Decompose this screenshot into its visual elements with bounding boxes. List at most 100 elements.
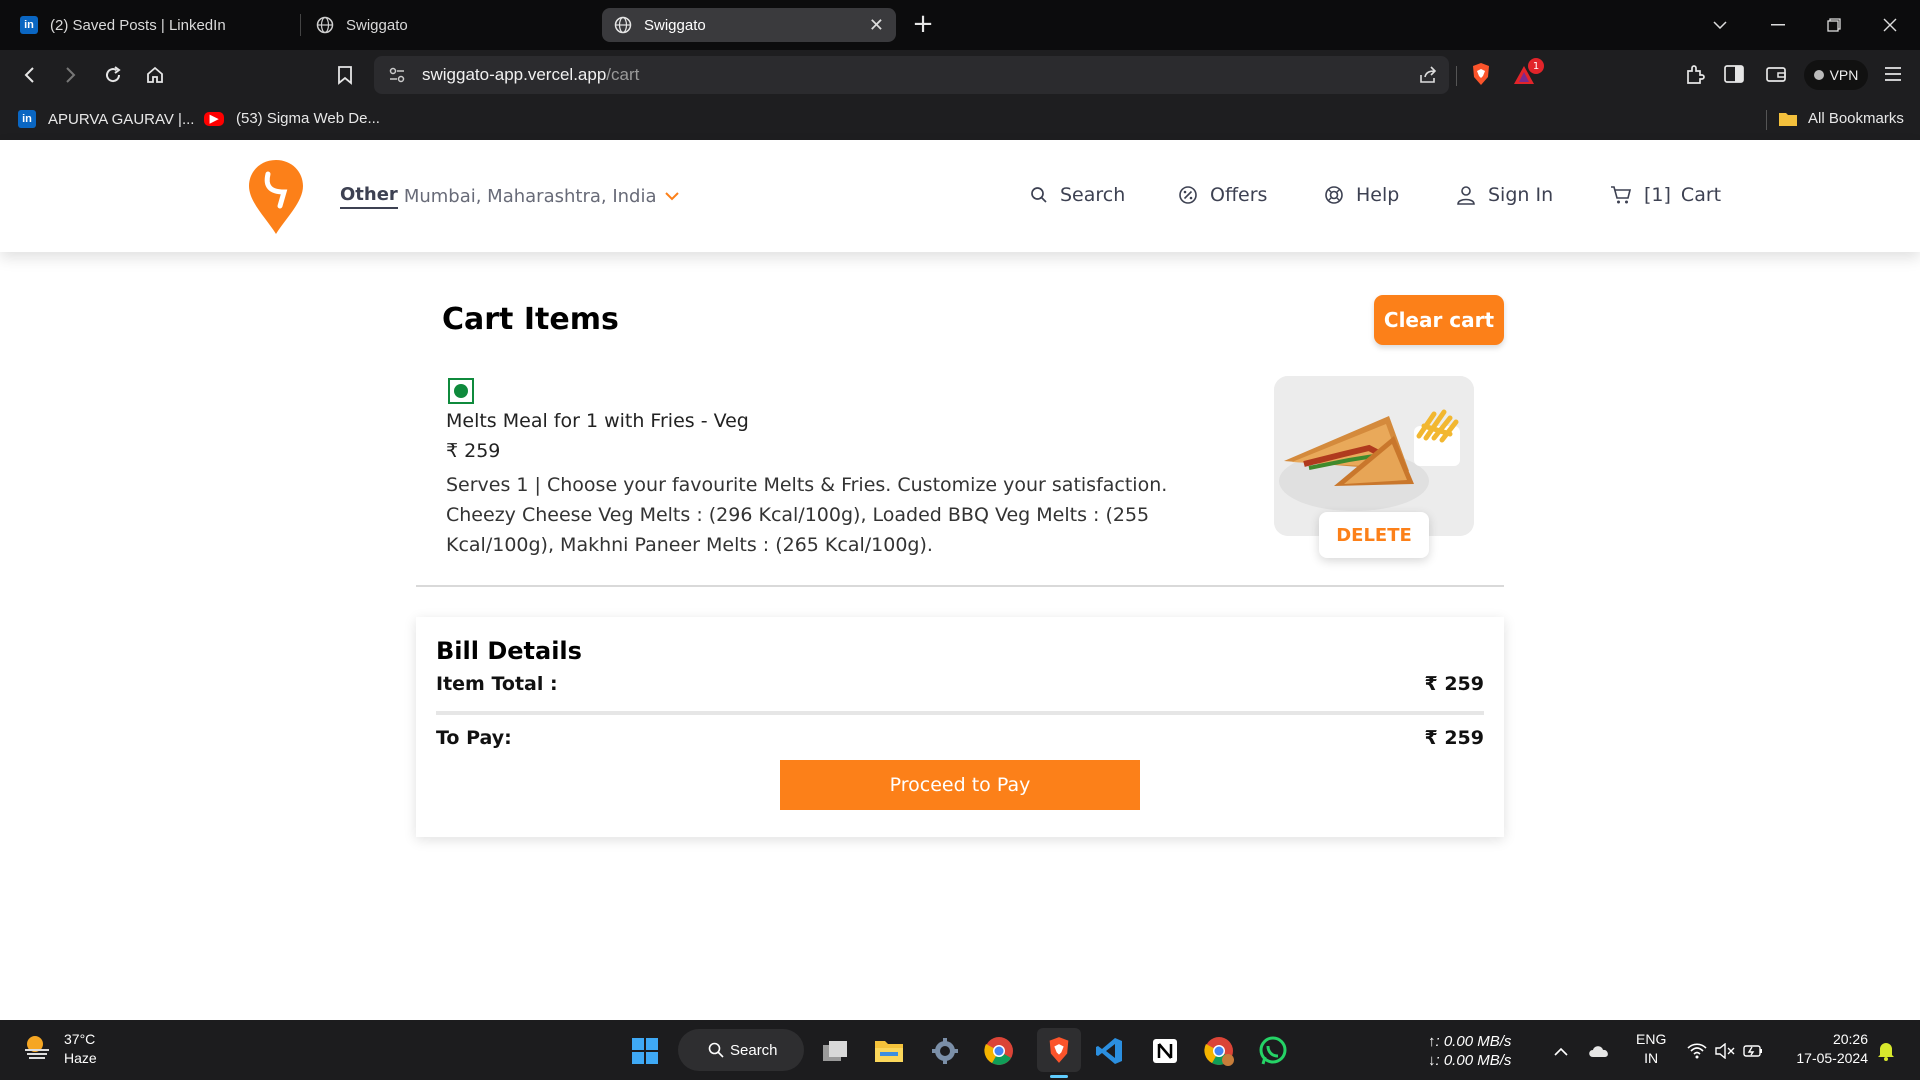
taskbar: 37°C Haze Search ↑: 0.00 MB/s ↓: 0.00 MB <box>0 1020 1920 1080</box>
wifi-icon[interactable] <box>1684 1034 1710 1068</box>
nav-search-label: Search <box>1060 184 1126 206</box>
location-selector[interactable]: Other Mumbai, Maharashtra, India <box>340 184 679 209</box>
nav-help[interactable]: Help <box>1324 184 1399 206</box>
url-text[interactable]: swiggato-app.vercel.app/cart <box>422 65 639 85</box>
forward-icon[interactable] <box>58 62 84 88</box>
proceed-to-pay-button[interactable]: Proceed to Pay <box>780 760 1140 810</box>
chrome-profile-icon[interactable] <box>1202 1034 1236 1068</box>
whatsapp-icon[interactable] <box>1256 1034 1290 1068</box>
clock[interactable]: 20:26 17-05-2024 <box>1784 1030 1868 1068</box>
close-window-button[interactable] <box>1862 0 1917 50</box>
sidebar-icon[interactable] <box>1724 65 1744 87</box>
task-view-icon[interactable] <box>818 1034 852 1068</box>
location-type: Other <box>340 184 398 209</box>
all-bookmarks-label: All Bookmarks <box>1808 110 1904 127</box>
wallet-icon[interactable] <box>1766 65 1786 87</box>
weather-widget[interactable]: 37°C Haze <box>64 1030 97 1068</box>
brave-rewards-icon[interactable]: 1 <box>1512 58 1544 90</box>
new-tab-button[interactable]: + <box>908 10 938 40</box>
item-description: Serves 1 | Choose your favourite Melts &… <box>446 474 1168 556</box>
divider <box>416 585 1504 587</box>
brave-shields-icon[interactable] <box>1470 62 1492 90</box>
notification-bell-icon[interactable] <box>1872 1034 1900 1068</box>
bill-title: Bill Details <box>436 637 582 665</box>
globe-icon <box>316 16 334 34</box>
chrome-icon[interactable] <box>982 1034 1016 1068</box>
bookmark-label: (53) Sigma Web De... <box>236 110 380 127</box>
battery-icon[interactable] <box>1740 1034 1766 1068</box>
brave-icon[interactable] <box>1037 1028 1081 1072</box>
chevron-up-icon[interactable] <box>1548 1034 1574 1068</box>
bookmarks-bar: in APURVA GAURAV |... ▶ (53) Sigma Web D… <box>0 100 1920 140</box>
notion-icon[interactable] <box>1148 1034 1182 1068</box>
minimize-button[interactable] <box>1750 0 1805 50</box>
reload-icon[interactable] <box>100 62 126 88</box>
bookmark-item[interactable]: in APURVA GAURAV |... <box>18 110 194 128</box>
folder-icon <box>1778 111 1798 127</box>
all-bookmarks-button[interactable]: All Bookmarks <box>1778 110 1904 127</box>
tab-linkedin[interactable]: in (2) Saved Posts | LinkedIn <box>8 8 298 42</box>
file-explorer-icon[interactable] <box>872 1034 906 1068</box>
vscode-icon[interactable] <box>1092 1034 1126 1068</box>
user-icon <box>1457 186 1475 205</box>
delete-item-button[interactable]: DELETE <box>1319 512 1429 558</box>
nav-offers[interactable]: Offers <box>1178 184 1267 206</box>
weather-icon[interactable] <box>22 1032 52 1067</box>
chevron-down-icon <box>664 192 679 201</box>
nav-sign-in[interactable]: Sign In <box>1456 184 1553 206</box>
site-settings-icon[interactable] <box>388 66 406 88</box>
back-icon[interactable] <box>16 62 42 88</box>
nav-cart-label: Cart <box>1680 184 1722 206</box>
weather-temp: 37°C <box>64 1031 96 1047</box>
region-code: IN <box>1644 1050 1659 1066</box>
to-pay-row: To Pay: ₹ 259 <box>436 727 1484 749</box>
browser-tab-strip: in (2) Saved Posts | LinkedIn Swiggato S… <box>0 0 1920 50</box>
clear-cart-button[interactable]: Clear cart <box>1374 295 1504 345</box>
onedrive-icon[interactable] <box>1584 1034 1614 1068</box>
restore-button[interactable] <box>1806 0 1861 50</box>
language-code: ENG <box>1636 1031 1667 1047</box>
home-icon[interactable] <box>142 62 168 88</box>
tab-swiggato-active[interactable]: Swiggato ✕ <box>602 8 896 42</box>
item-price: ₹ 259 <box>446 440 501 462</box>
tab-search-chevron-icon[interactable] <box>1692 0 1747 50</box>
menu-icon[interactable] <box>1884 66 1902 86</box>
settings-icon[interactable] <box>928 1034 962 1068</box>
vpn-button[interactable]: VPN <box>1804 60 1868 90</box>
nav-cart[interactable]: [1] Cart <box>1610 184 1721 206</box>
cart-count: [1] <box>1644 184 1671 206</box>
start-icon[interactable] <box>628 1034 662 1068</box>
share-icon[interactable] <box>1418 65 1438 89</box>
vpn-label: VPN <box>1829 67 1859 83</box>
taskbar-search[interactable]: Search <box>678 1029 804 1071</box>
clock-date: 17-05-2024 <box>1796 1050 1868 1066</box>
globe-icon <box>614 16 632 34</box>
nav-search[interactable]: Search <box>1030 184 1125 206</box>
close-icon[interactable]: ✕ <box>869 15 884 36</box>
tab-separator <box>300 14 301 36</box>
language-indicator[interactable]: ENG IN <box>1636 1030 1666 1068</box>
vpn-status-icon <box>1813 70 1824 80</box>
bill-divider <box>436 711 1484 715</box>
bookmark-icon[interactable] <box>332 62 358 88</box>
nav-sign-in-label: Sign In <box>1488 184 1554 206</box>
web-page: Other Mumbai, Maharashtra, India Search … <box>0 140 1920 1020</box>
tab-swiggato[interactable]: Swiggato <box>304 8 594 42</box>
item-name: Melts Meal for 1 with Fries - Veg <box>446 410 749 432</box>
swiggy-logo-icon[interactable] <box>246 158 306 240</box>
help-icon <box>1325 186 1343 204</box>
tab-title: Swiggato <box>644 16 706 34</box>
cart-title: Cart Items <box>442 302 619 337</box>
youtube-icon: ▶ <box>204 111 224 126</box>
bookmark-item[interactable]: ▶ (53) Sigma Web De... <box>204 110 380 127</box>
cart-icon <box>1611 186 1632 204</box>
active-app-indicator <box>1050 1075 1068 1078</box>
item-total-value: ₹ 259 <box>1424 673 1485 695</box>
offers-icon <box>1179 186 1197 204</box>
extensions-icon[interactable] <box>1684 64 1706 90</box>
net-up-speed: 0.00 MB/s <box>1443 1033 1512 1050</box>
address-bar[interactable]: swiggato-app.vercel.app/cart <box>374 56 1449 94</box>
search-icon <box>708 1042 724 1062</box>
volume-muted-icon[interactable] <box>1712 1034 1738 1068</box>
linkedin-icon: in <box>20 16 38 34</box>
